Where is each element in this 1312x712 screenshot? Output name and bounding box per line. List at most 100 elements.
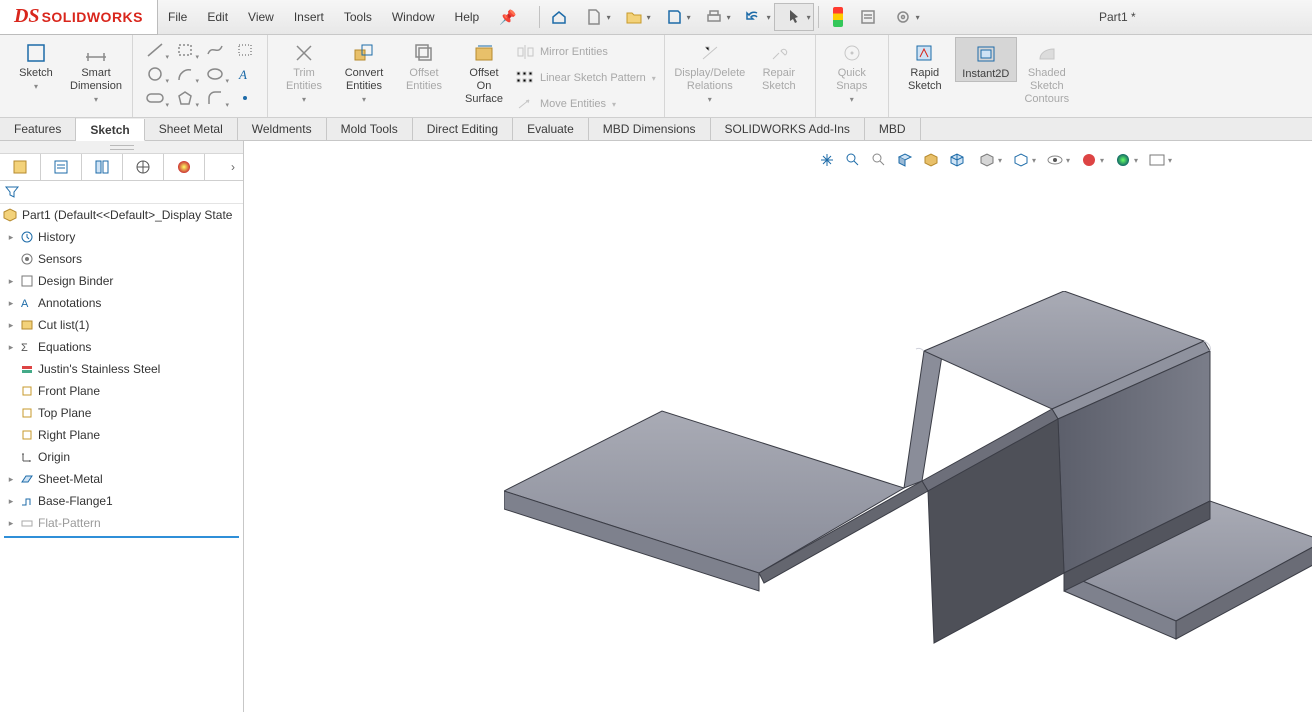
tree-cut-list[interactable]: ▸Cut list(1)	[0, 314, 243, 336]
dotted-rect-tool[interactable]	[231, 39, 259, 61]
plane-icon	[20, 428, 34, 442]
tree-origin[interactable]: Origin	[0, 446, 243, 468]
tree-right-plane[interactable]: Right Plane	[0, 424, 243, 446]
menu-insert[interactable]: Insert	[284, 10, 334, 24]
menu-help[interactable]: Help	[445, 10, 490, 24]
new-document-button[interactable]: ▾	[574, 3, 614, 31]
tab-addins[interactable]: SOLIDWORKS Add-Ins	[711, 118, 865, 140]
offset-entities-button[interactable]: Offset Entities	[394, 37, 454, 93]
tab-mbd-dimensions[interactable]: MBD Dimensions	[589, 118, 711, 140]
tree-material[interactable]: Justin's Stainless Steel	[0, 358, 243, 380]
section-view-button[interactable]	[894, 149, 916, 171]
trim-label: Trim Entities	[286, 67, 322, 93]
hide-show-button[interactable]: ▾	[1006, 149, 1036, 171]
print-button[interactable]: ▾	[694, 3, 734, 31]
manager-more[interactable]: ›	[205, 154, 243, 180]
home-button[interactable]	[544, 3, 574, 31]
smart-dimension-button[interactable]: Smart Dimension ▾	[66, 37, 126, 106]
zoom-to-fit-button[interactable]	[816, 149, 838, 171]
line-tool[interactable]: ▾	[141, 39, 169, 61]
tree-right-label: Right Plane	[38, 428, 100, 442]
undo-button[interactable]: ▾	[734, 3, 774, 31]
dimxpert-manager-tab[interactable]	[123, 154, 164, 180]
edit-appearance-button[interactable]: ▾	[1040, 149, 1070, 171]
tree-history[interactable]: ▸History	[0, 226, 243, 248]
text-tool[interactable]: A	[231, 63, 259, 85]
dynamic-annotation-button[interactable]	[920, 149, 942, 171]
heads-up-toolbar: ▾ ▾ ▾ ▾ ▾ ▾	[816, 149, 1172, 171]
open-document-button[interactable]: ▾	[614, 3, 654, 31]
tab-mold-tools[interactable]: Mold Tools	[327, 118, 413, 140]
display-style-button[interactable]: ▾	[972, 149, 1002, 171]
ellipse-tool[interactable]: ▾	[201, 63, 229, 85]
menu-edit[interactable]: Edit	[197, 10, 238, 24]
display-delete-relations-button[interactable]: Display/Delete Relations▾	[671, 37, 749, 106]
tree-flat-pattern[interactable]: ▸Flat-Pattern	[0, 512, 243, 534]
zoom-to-area-button[interactable]	[842, 149, 864, 171]
move-entities-button[interactable]: Move Entities▾	[516, 93, 656, 115]
tree-rollback-bar[interactable]	[4, 536, 239, 538]
menu-view[interactable]: View	[238, 10, 284, 24]
view-orientation-button[interactable]	[946, 149, 968, 171]
shaded-contours-button[interactable]: Shaded Sketch Contours	[1017, 37, 1077, 106]
pin-icon[interactable]: 📌	[489, 9, 526, 26]
tab-mbd[interactable]: MBD	[865, 118, 921, 140]
save-button[interactable]: ▾	[654, 3, 694, 31]
tree-filter[interactable]	[0, 181, 243, 204]
display-manager-tab[interactable]	[164, 154, 205, 180]
viewport-layout-button[interactable]: ▾	[1142, 149, 1172, 171]
tab-weldments[interactable]: Weldments	[238, 118, 327, 140]
menu-window[interactable]: Window	[382, 10, 445, 24]
tree-base-flange[interactable]: ▸Base-Flange1	[0, 490, 243, 512]
options-button[interactable]: ▾	[883, 3, 923, 31]
offset-on-surface-button[interactable]: Offset On Surface	[454, 37, 514, 106]
tab-features[interactable]: Features	[0, 118, 76, 140]
offset-surf-label: Offset On Surface	[465, 67, 503, 106]
point-tool[interactable]	[231, 87, 259, 109]
arc-tool[interactable]: ▾	[171, 63, 199, 85]
property-manager-tab[interactable]	[41, 154, 82, 180]
tree-sheet-metal[interactable]: ▸Sheet-Metal	[0, 468, 243, 490]
tree-sensors[interactable]: Sensors	[0, 248, 243, 270]
tab-sheet-metal[interactable]: Sheet Metal	[145, 118, 238, 140]
linear-pattern-button[interactable]: Linear Sketch Pattern▾	[516, 67, 656, 89]
trim-entities-button[interactable]: Trim Entities▾	[274, 37, 334, 106]
tree-design-binder[interactable]: ▸Design Binder	[0, 270, 243, 292]
corner-rect-tool[interactable]: ▾	[171, 39, 199, 61]
feature-manager-tab[interactable]	[0, 154, 41, 180]
tree-front-plane[interactable]: Front Plane	[0, 380, 243, 402]
tab-evaluate[interactable]: Evaluate	[513, 118, 589, 140]
polygon-tool[interactable]: ▾	[171, 87, 199, 109]
tree-annotations[interactable]: ▸AAnnotations	[0, 292, 243, 314]
panel-grip[interactable]	[0, 141, 243, 154]
tab-direct-editing[interactable]: Direct Editing	[413, 118, 513, 140]
spline-tool[interactable]	[201, 39, 229, 61]
graphics-viewport[interactable]: ▾ ▾ ▾ ▾ ▾ ▾	[244, 141, 1312, 712]
rebuild-button[interactable]	[823, 3, 853, 31]
feature-manager-panel: › Part1 (Default<<Default>_Display State…	[0, 141, 244, 712]
view-settings-button[interactable]: ▾	[1108, 149, 1138, 171]
previous-view-button[interactable]	[868, 149, 890, 171]
quick-snaps-button[interactable]: Quick Snaps▾	[822, 37, 882, 106]
tree-root[interactable]: Part1 (Default<<Default>_Display State	[0, 204, 243, 226]
tree-equations[interactable]: ▸ΣEquations	[0, 336, 243, 358]
fillet-tool[interactable]: ▾	[201, 87, 229, 109]
mirror-entities-button[interactable]: Mirror Entities	[516, 41, 656, 63]
apply-scene-button[interactable]: ▾	[1074, 149, 1104, 171]
tree-flat-label: Flat-Pattern	[38, 516, 101, 530]
select-button[interactable]: ▾	[774, 3, 814, 31]
rapid-sketch-button[interactable]: Rapid Sketch	[895, 37, 955, 93]
menu-file[interactable]: File	[158, 10, 197, 24]
tab-sketch[interactable]: Sketch	[76, 119, 144, 141]
convert-entities-button[interactable]: Convert Entities▾	[334, 37, 394, 106]
sketch-button[interactable]: Sketch ▾	[6, 37, 66, 93]
tree-top-plane[interactable]: Top Plane	[0, 402, 243, 424]
slot-tool[interactable]: ▾	[141, 87, 169, 109]
configuration-manager-tab[interactable]	[82, 154, 123, 180]
circle-tool[interactable]: ▾	[141, 63, 169, 85]
tree-root-label: Part1 (Default<<Default>_Display State	[22, 208, 232, 222]
menu-tools[interactable]: Tools	[334, 10, 382, 24]
instant2d-button[interactable]: Instant2D	[955, 37, 1017, 82]
settings-form-button[interactable]	[853, 3, 883, 31]
repair-sketch-button[interactable]: Repair Sketch	[749, 37, 809, 93]
